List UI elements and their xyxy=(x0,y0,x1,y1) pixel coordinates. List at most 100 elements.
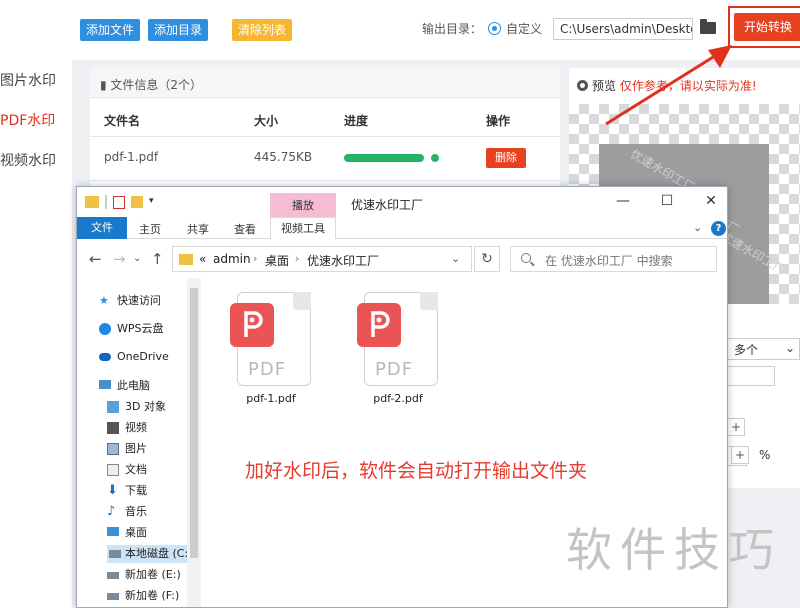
cloud-icon xyxy=(99,323,111,335)
sidebar-item-label: 桌面 xyxy=(125,526,147,539)
sidebar-item-label: 本地磁盘 (C:) xyxy=(125,547,193,560)
sidebar-item-volume-e[interactable]: 新加卷 (E:) xyxy=(107,566,181,584)
sidebar-item-onedrive[interactable]: OneDrive xyxy=(99,348,169,366)
pdf-label: PDF xyxy=(375,359,414,380)
page-fold xyxy=(420,292,438,310)
onedrive-icon xyxy=(99,353,111,361)
document-icon: ▮ xyxy=(100,78,111,92)
sidebar-item-label: WPS云盘 xyxy=(117,322,164,335)
sidebar-item-pictures[interactable]: 图片 xyxy=(107,440,147,458)
file-name: pdf-2.pdf xyxy=(373,392,423,405)
search-icon xyxy=(521,253,531,263)
sidebar-item-label: 视频 xyxy=(125,421,147,434)
custom-radio[interactable] xyxy=(488,22,501,35)
app-left-nav: 图片水印 PDF水印 视频水印 xyxy=(0,0,72,608)
sidebar-item-3d-objects[interactable]: 3D 对象 xyxy=(107,398,166,416)
music-icon: ♪ xyxy=(107,504,116,519)
sidebar-item-videos[interactable]: 视频 xyxy=(107,419,147,437)
file-item-pdf-2[interactable]: PDF pdf-2.pdf xyxy=(350,278,446,408)
close-icon[interactable]: ✕ xyxy=(701,193,721,209)
refresh-icon[interactable]: ↻ xyxy=(474,246,500,272)
sidebar-item-label: 快速访问 xyxy=(117,294,161,307)
sidebar-item-music[interactable]: ♪ 音乐 xyxy=(107,503,147,521)
scrollbar-thumb[interactable] xyxy=(190,288,198,558)
quick-access-dropdown-icon[interactable]: ▾ xyxy=(149,196,154,206)
tab-view[interactable]: 查看 xyxy=(234,221,256,237)
sidebar-item-downloads[interactable]: ⬇ 下载 xyxy=(107,482,147,500)
tab-share[interactable]: 共享 xyxy=(187,221,209,237)
recent-dropdown-icon[interactable]: ⌄ xyxy=(133,253,141,264)
minimize-icon[interactable]: — xyxy=(613,193,633,209)
divider xyxy=(105,195,107,209)
sidebar-item-volume-f[interactable]: 新加卷 (F:) xyxy=(107,587,180,605)
file-info-title: 文件信息（2个） xyxy=(110,78,203,92)
output-path-input[interactable]: C:\Users\admin\Deskto xyxy=(553,18,693,40)
complete-dot-icon xyxy=(431,154,439,162)
sidebar-item-documents[interactable]: 文档 xyxy=(107,461,147,479)
breadcrumb-separator-icon[interactable]: › xyxy=(253,252,257,265)
col-size: 大小 xyxy=(254,114,279,128)
search-placeholder: 在 优速水印工厂 中搜索 xyxy=(545,254,673,268)
breadcrumb-overflow[interactable]: « xyxy=(199,252,206,266)
add-file-button[interactable]: 添加文件 xyxy=(80,19,141,41)
file-item-pdf-1[interactable]: PDF pdf-1.pdf xyxy=(223,278,319,408)
up-arrow-icon[interactable]: ↑ xyxy=(151,250,164,268)
clear-list-button[interactable]: 清除列表 xyxy=(232,19,293,41)
computer-icon xyxy=(99,380,111,389)
plus-button[interactable]: + xyxy=(727,418,745,436)
add-directory-button[interactable]: 添加目录 xyxy=(148,19,209,41)
pdf-file-icon: PDF xyxy=(357,292,438,386)
output-dir-label: 输出目录： xyxy=(422,22,483,36)
setting-input[interactable] xyxy=(727,366,775,386)
chevron-down-icon[interactable]: ⌄ xyxy=(451,252,460,265)
row-divider xyxy=(90,136,560,137)
plus-button[interactable]: + xyxy=(731,446,749,464)
progress-bar xyxy=(344,154,424,162)
sidebar-item-this-pc[interactable]: 此电脑 xyxy=(99,377,150,395)
download-icon: ⬇ xyxy=(107,483,118,498)
breadcrumb-admin[interactable]: admin xyxy=(213,252,251,266)
sidebar-item-label: 新加卷 (F:) xyxy=(125,589,180,602)
help-icon[interactable]: ? xyxy=(711,221,726,236)
tab-home[interactable]: 主页 xyxy=(139,221,161,237)
nav-image-watermark[interactable]: 图片水印 xyxy=(0,70,56,90)
sidebar-item-local-disk-c[interactable]: 本地磁盘 (C:) xyxy=(107,545,192,563)
address-bar[interactable]: « admin › 桌面 › 优速水印工厂 ⌄ xyxy=(172,246,472,272)
explorer-titlebar: ▾ 播放 优速水印工厂 — ☐ ✕ xyxy=(77,187,727,217)
chevron-down-icon[interactable]: ⌄ xyxy=(693,221,702,234)
sidebar-item-wps-cloud[interactable]: WPS云盘 xyxy=(99,320,164,338)
nav-video-watermark[interactable]: 视频水印 xyxy=(0,150,56,170)
new-folder-icon[interactable] xyxy=(131,196,143,208)
search-box[interactable]: 在 优速水印工厂 中搜索 xyxy=(510,246,717,272)
sidebar-item-quick-access[interactable]: ★ 快速访问 xyxy=(99,292,161,310)
brand-watermark: 软件技巧 xyxy=(566,523,782,577)
sidebar-item-label: 新加卷 (E:) xyxy=(125,568,181,581)
nav-pdf-watermark[interactable]: PDF水印 xyxy=(0,110,55,130)
properties-icon[interactable] xyxy=(113,196,125,209)
watermark-text: 优速水印工厂 xyxy=(718,228,788,277)
sidebar-item-desktop[interactable]: 桌面 xyxy=(107,524,147,542)
folder-icon xyxy=(179,254,193,265)
folder-icon xyxy=(85,196,99,208)
drive-icon xyxy=(107,572,119,579)
tab-file[interactable]: 文件 xyxy=(77,217,127,239)
breadcrumb-folder[interactable]: 优速水印工厂 xyxy=(307,252,379,269)
delete-button[interactable]: 删除 xyxy=(486,148,526,168)
ribbon-tabs: 文件 主页 共享 查看 视频工具 ⌄ ? xyxy=(77,217,727,239)
desktop-icon xyxy=(107,527,119,536)
breadcrumb-separator-icon[interactable]: › xyxy=(295,252,299,265)
tab-video-tools[interactable]: 视频工具 xyxy=(270,217,336,239)
start-convert-button[interactable]: 开始转换 xyxy=(734,13,800,41)
back-arrow-icon[interactable]: ← xyxy=(89,250,102,268)
ribbon-context-tab[interactable]: 播放 xyxy=(270,193,336,217)
sidebar-scrollbar[interactable] xyxy=(187,278,201,607)
layout-select[interactable]: 多个 ⌄ xyxy=(727,338,800,360)
breadcrumb-desktop[interactable]: 桌面 xyxy=(265,252,289,269)
image-icon xyxy=(107,443,119,455)
pdf-file-icon: PDF xyxy=(230,292,311,386)
file-info-panel: ▮ 文件信息（2个） 文件名 大小 进度 操作 pdf-1.pdf 445.75… xyxy=(90,68,560,198)
maximize-icon[interactable]: ☐ xyxy=(657,193,677,209)
drive-icon xyxy=(107,593,119,600)
folder-icon[interactable] xyxy=(700,19,716,34)
forward-arrow-icon[interactable]: → xyxy=(113,250,126,268)
